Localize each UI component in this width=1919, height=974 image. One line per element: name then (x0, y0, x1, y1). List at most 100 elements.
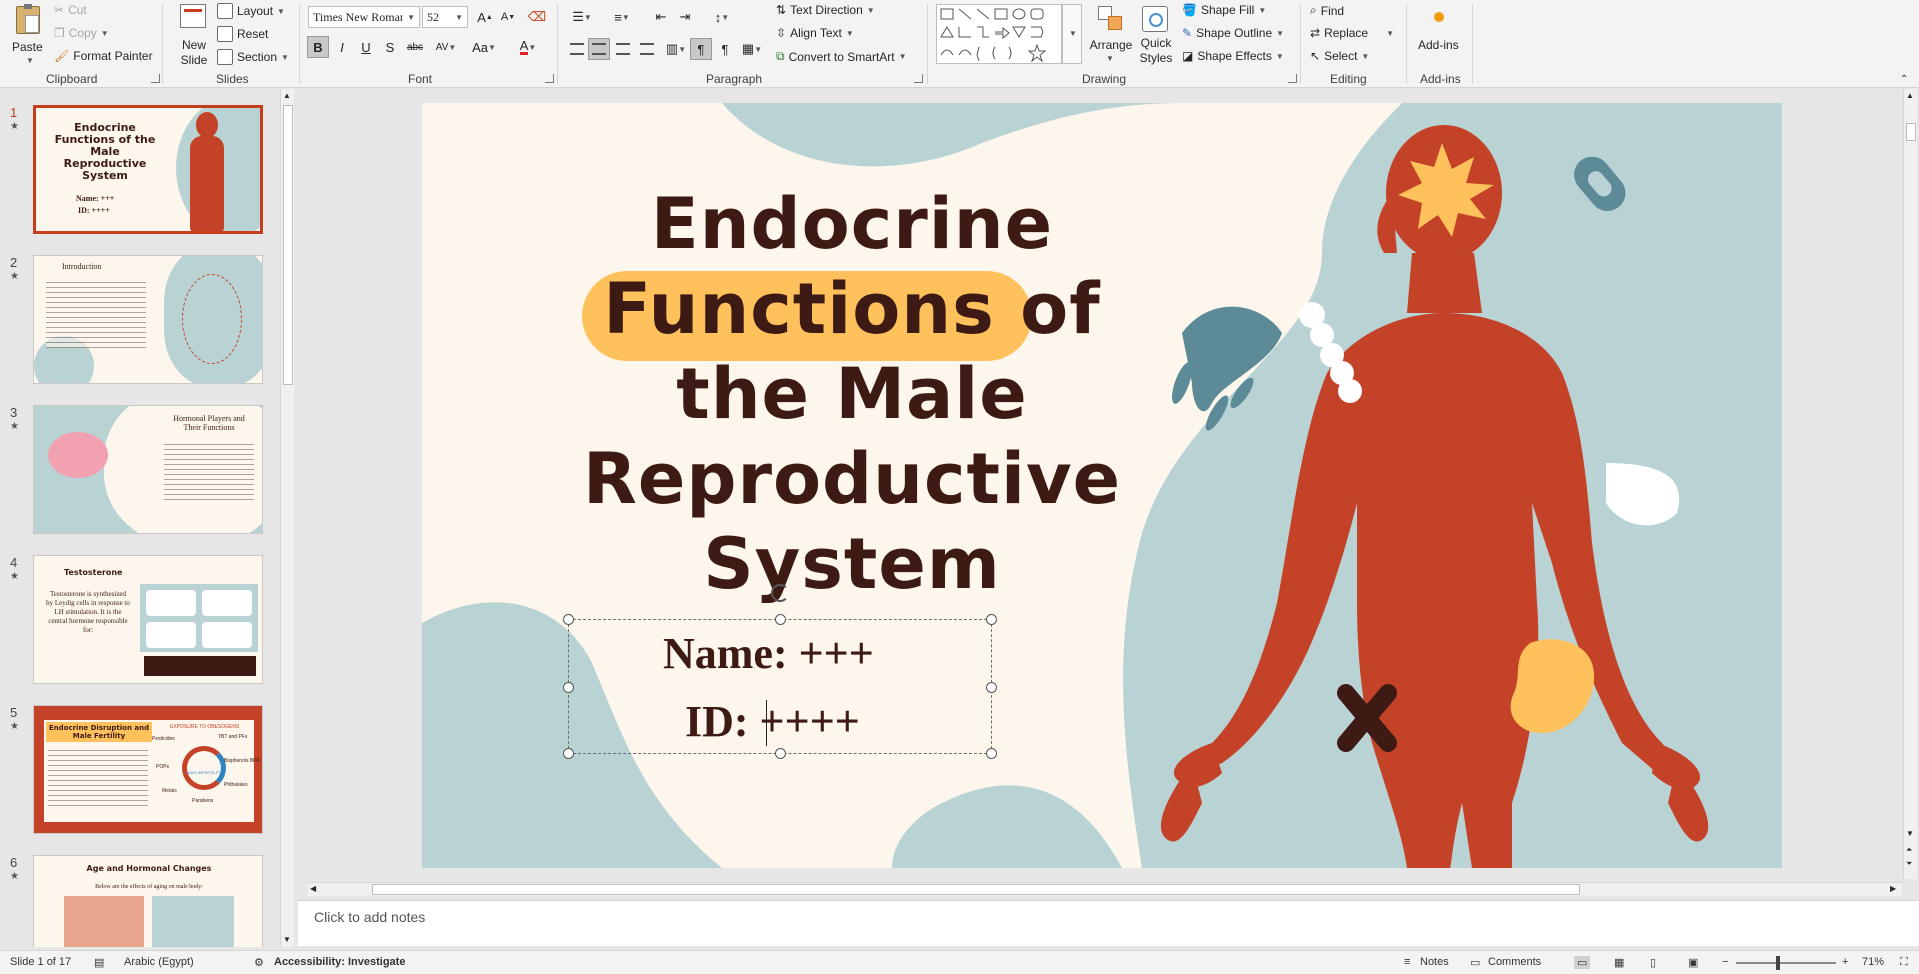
subtitle-placeholder[interactable]: Name: +++ ID: ++++ (563, 584, 997, 759)
paragraph-dialog-launcher[interactable] (914, 74, 923, 83)
underline-button[interactable]: U (355, 36, 377, 58)
columns-icon[interactable]: ▥ ▼ (660, 38, 692, 60)
zoom-slider[interactable] (1736, 956, 1836, 970)
align-right-icon[interactable] (612, 38, 634, 60)
rotate-handle-icon[interactable] (771, 584, 789, 602)
paste-button[interactable]: Paste ▼ (8, 4, 48, 68)
title-line[interactable]: Endocrine (522, 183, 1182, 265)
resize-handle[interactable] (563, 682, 574, 693)
layout-button[interactable]: Layout ▼ (217, 3, 285, 19)
editor-horizontal-scrollbar[interactable]: ◀ ▶ (308, 882, 1902, 896)
reset-button[interactable]: Reset (217, 26, 268, 42)
section-button[interactable]: Section ▼ (217, 49, 289, 65)
character-spacing-button[interactable]: AV ▼ (430, 36, 462, 58)
resize-handle[interactable] (775, 614, 786, 625)
align-text-button[interactable]: ⇳ Align Text ▼ (776, 26, 854, 40)
scroll-up-icon[interactable]: ▲ (1906, 91, 1914, 100)
cut-button[interactable]: ✂ Cut (54, 3, 87, 17)
addins-button[interactable]: Add-ins (1416, 4, 1464, 64)
thumbnail-slide-2[interactable]: Introduction (33, 255, 263, 384)
fit-to-window-icon[interactable]: ⛶ (1900, 956, 1908, 969)
slide-sorter-icon[interactable]: ▦ (1614, 956, 1624, 969)
zoom-in-icon[interactable]: + (1842, 956, 1848, 968)
scroll-down-icon[interactable]: ▼ (283, 935, 291, 944)
quick-styles-button[interactable]: Quick Styles (1134, 2, 1178, 68)
shapes-gallery-more-button[interactable]: ▼ (1062, 4, 1082, 64)
zoom-level[interactable]: 71% (1862, 956, 1884, 968)
slideshow-icon[interactable]: ▣ (1688, 956, 1698, 969)
paragraph-ltr-icon[interactable]: ¶ (690, 38, 712, 60)
thumbnail-slide-5[interactable]: Endocrine Disruption and Male Fertility … (33, 705, 263, 834)
shapes-gallery[interactable] (936, 4, 1062, 64)
title-line[interactable]: the Male (522, 353, 1182, 435)
thumbnail-slide-4[interactable]: Testosterone Testosterone is synthesized… (33, 555, 263, 684)
drawing-dialog-launcher[interactable] (1288, 74, 1297, 83)
horizontal-scroll-thumb[interactable] (372, 884, 1580, 895)
editor-vertical-scrollbar[interactable]: ▲ ▼ ⏶ ⏷ (1903, 89, 1917, 879)
collapse-ribbon-icon[interactable]: ⌃ (1900, 74, 1908, 85)
align-left-icon[interactable] (566, 38, 588, 60)
accessibility-status[interactable]: Accessibility: Investigate (274, 956, 405, 968)
scroll-up-icon[interactable]: ▲ (283, 91, 291, 100)
strikethrough-button[interactable]: abc (404, 36, 426, 58)
notes-icon[interactable]: ≡ (1404, 956, 1410, 968)
zoom-slider-thumb[interactable] (1776, 956, 1780, 970)
notes-placeholder[interactable]: Click to add notes (314, 909, 425, 925)
resize-handle[interactable] (986, 682, 997, 693)
format-painter-button[interactable]: 🖌 Format Painter (54, 49, 153, 63)
scroll-down-icon[interactable]: ▼ (1906, 829, 1914, 838)
thumbnail-slide-3[interactable]: Hormonal Players and Their Functions (33, 405, 263, 534)
find-button[interactable]: ⌕ Find (1310, 3, 1344, 18)
shape-fill-button[interactable]: 🪣 Shape Fill ▼ (1182, 3, 1266, 17)
notes-toggle[interactable]: Notes (1420, 956, 1449, 968)
arrange-button[interactable]: Arrange ▼ (1088, 2, 1134, 68)
scroll-left-icon[interactable]: ◀ (310, 884, 316, 893)
increase-indent-icon[interactable]: ⇥ (674, 6, 696, 28)
resize-handle[interactable] (563, 748, 574, 759)
name-text[interactable]: Name: +++ (663, 628, 874, 679)
shape-outline-button[interactable]: ✎ Shape Outline ▼ (1182, 26, 1284, 40)
comments-toggle[interactable]: Comments (1488, 956, 1541, 968)
numbering-icon[interactable]: ≡ ▼ (606, 6, 638, 28)
new-slide-button[interactable]: New Slide (172, 2, 212, 68)
thumbnail-slide-1[interactable]: Endocrine Functions of the Male Reproduc… (33, 105, 263, 234)
notes-pane[interactable]: Click to add notes (298, 900, 1919, 946)
zoom-out-icon[interactable]: − (1722, 956, 1728, 968)
change-case-button[interactable]: Aa ▼ (468, 36, 500, 58)
replace-button[interactable]: ⇄ Replace ▼ (1310, 26, 1394, 40)
title-line[interactable]: System (522, 523, 1182, 605)
bold-button[interactable]: B (307, 36, 329, 58)
increase-font-icon[interactable]: A ▲ (474, 6, 496, 28)
normal-view-icon[interactable]: ▭ (1574, 956, 1591, 969)
bullets-icon[interactable]: ☰ ▼ (566, 6, 598, 28)
comments-icon[interactable]: ▭ (1470, 956, 1480, 969)
resize-handle[interactable] (563, 614, 574, 625)
decrease-font-icon[interactable]: A ▼ (497, 6, 519, 28)
scroll-right-icon[interactable]: ▶ (1890, 884, 1896, 893)
resize-handle[interactable] (775, 748, 786, 759)
title-line[interactable]: Reproductive (522, 438, 1182, 520)
accessibility-icon[interactable]: ⚙ (254, 956, 264, 969)
thumbnail-scrollbar[interactable]: ▲ ▼ (280, 89, 294, 947)
paragraph-columns-icon[interactable]: ▦ ▼ (738, 38, 766, 60)
reading-view-icon[interactable]: ▯ (1650, 956, 1656, 969)
previous-slide-icon[interactable]: ⏶ (1906, 845, 1912, 855)
clipboard-dialog-launcher[interactable] (151, 74, 160, 83)
copy-button[interactable]: ❐ Copy ▼ (54, 26, 109, 40)
font-name-combo[interactable]: Times New Roman ▼ (308, 6, 420, 28)
decrease-indent-icon[interactable]: ⇤ (650, 6, 672, 28)
font-size-combo[interactable]: 52 ▼ (422, 6, 468, 28)
shadow-button[interactable]: S (379, 36, 401, 58)
font-dialog-launcher[interactable] (545, 74, 554, 83)
font-color-button[interactable]: A ▼ (512, 36, 544, 58)
title-line[interactable]: Functions of (522, 268, 1182, 350)
select-button[interactable]: ↖ Select ▼ (1310, 49, 1369, 63)
convert-smartart-button[interactable]: ⧉ Convert to SmartArt ▼ (776, 49, 907, 64)
id-text[interactable]: ID: ++++ (685, 696, 860, 747)
next-slide-icon[interactable]: ⏷ (1906, 859, 1912, 869)
shape-effects-button[interactable]: ◪ Shape Effects ▼ (1182, 49, 1284, 63)
line-spacing-icon[interactable]: ↕ ▼ (706, 6, 738, 28)
italic-button[interactable]: I (331, 36, 353, 58)
align-center-icon[interactable] (588, 38, 610, 60)
slide-canvas[interactable]: Endocrine Functions of the Male Reproduc… (422, 103, 1782, 868)
